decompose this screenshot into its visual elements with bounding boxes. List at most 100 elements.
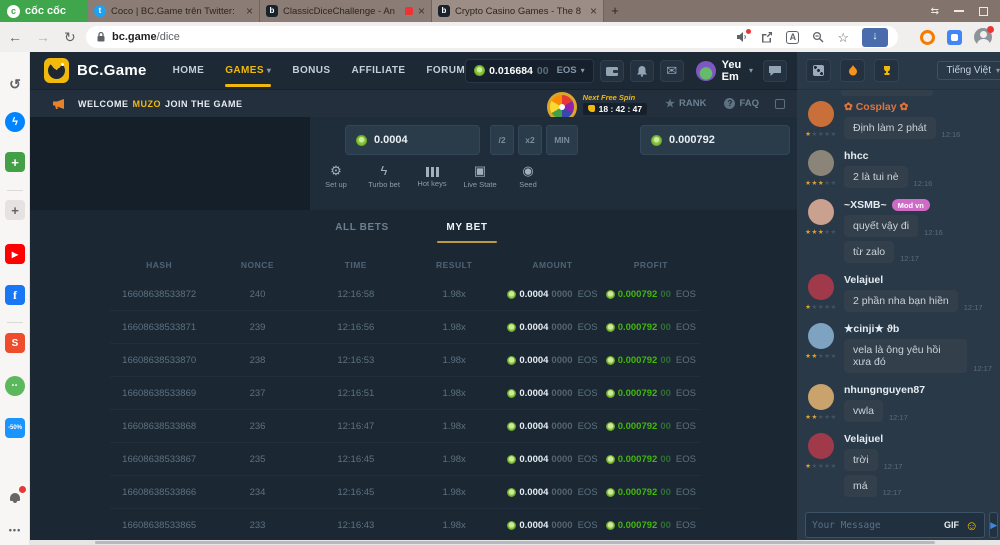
nav-home[interactable]: HOME xyxy=(173,65,205,76)
tab-search-icon[interactable]: ⇆ xyxy=(931,6,939,17)
browser-tab[interactable]: bClassicDiceChallenge - An× xyxy=(260,0,432,22)
chat-username[interactable]: ~XSMB~ xyxy=(844,199,887,211)
nav-games[interactable]: GAMES▾ xyxy=(225,65,271,76)
message-content: hhcc2 là tui nè12:16 xyxy=(844,150,932,188)
bet-row[interactable]: 1660863853386923712:16:511.98x0.00040000… xyxy=(110,377,700,410)
minimize-button[interactable] xyxy=(954,10,964,12)
star-rating: ★★★★★ xyxy=(805,462,837,470)
wallet-button[interactable] xyxy=(600,60,624,82)
user-name[interactable]: Yeu Em xyxy=(722,59,745,83)
new-tab-button[interactable]: + xyxy=(604,0,626,22)
bet-row[interactable]: 1660863853387023812:16:531.98x0.00040000… xyxy=(110,344,700,377)
avatar[interactable] xyxy=(808,433,834,459)
bet-row[interactable]: 1660863853387224012:16:581.98x0.00040000… xyxy=(110,278,700,311)
send-button[interactable]: ▶ xyxy=(989,512,998,538)
avatar[interactable] xyxy=(808,101,834,127)
games-icon[interactable] xyxy=(5,152,25,172)
horizontal-scrollbar[interactable] xyxy=(30,540,1000,545)
bet-amount-input[interactable]: 0.0004 xyxy=(345,125,480,155)
messenger-icon[interactable] xyxy=(5,112,25,132)
back-button[interactable]: ← xyxy=(8,29,22,45)
forward-button[interactable]: → xyxy=(36,29,50,45)
site-logo-text[interactable]: BC.Game xyxy=(77,62,147,79)
dice-button[interactable] xyxy=(806,59,831,82)
notifications-icon[interactable] xyxy=(5,488,25,508)
browser-tab[interactable]: tCoco | BC.Game trên Twitter:× xyxy=(88,0,260,22)
faq-link[interactable]: ?FAQ xyxy=(724,98,759,109)
tab-my-bet[interactable]: MY BET xyxy=(407,222,527,233)
avatar[interactable] xyxy=(808,323,834,349)
avatar[interactable] xyxy=(808,150,834,176)
url-field[interactable]: bc.game/dice A ☆ ↓ xyxy=(86,26,898,48)
avatar[interactable] xyxy=(808,274,834,300)
avatar[interactable] xyxy=(808,384,834,410)
scrollbar-thumb[interactable] xyxy=(95,541,935,544)
chat-username[interactable]: Velajuel xyxy=(844,433,883,445)
tool-turbo-bet[interactable]: ϟTurbo bet xyxy=(360,163,408,189)
emoji-button[interactable]: ☺ xyxy=(965,519,978,532)
refresh-button[interactable]: ↻ xyxy=(64,29,76,46)
bet-row[interactable]: 1660863853386523312:16:431.98x0.00040000… xyxy=(110,509,700,542)
profile-avatar[interactable] xyxy=(974,28,992,46)
tool-seed[interactable]: ◉Seed xyxy=(504,163,552,189)
modifier-min-button[interactable]: MIN xyxy=(546,125,578,155)
muted-speaker-icon[interactable] xyxy=(736,31,748,43)
tab-close-icon[interactable]: × xyxy=(246,5,253,17)
browser-tab[interactable]: bCrypto Casino Games - The 8× xyxy=(432,0,604,22)
balance-display[interactable]: 0.016684 00 EOS ▾ xyxy=(465,59,594,83)
hot-games-button[interactable] xyxy=(840,59,865,82)
zoom-out-icon[interactable] xyxy=(812,31,824,43)
profit-value: 0.000792 xyxy=(618,322,658,333)
chat-username[interactable]: ✿ Cosplay ✿ xyxy=(844,101,908,113)
bookmark-star-icon[interactable]: ☆ xyxy=(837,31,849,44)
maximize-button[interactable] xyxy=(979,7,988,16)
modifier-x2-button[interactable]: x2 xyxy=(518,125,542,155)
notifications-button[interactable] xyxy=(630,60,654,82)
chat-username[interactable]: ★cinji★ ϑb xyxy=(844,323,899,335)
tool-hot-keys[interactable]: Hot keys xyxy=(408,163,456,189)
coccoc-menu-icon[interactable] xyxy=(920,30,935,45)
facebook-icon[interactable] xyxy=(5,285,25,305)
chat-username[interactable]: nhungnguyen87 xyxy=(844,384,925,396)
chat-toggle-button[interactable] xyxy=(763,60,787,82)
bet-row[interactable]: 1660863853386723512:16:451.98x0.00040000… xyxy=(110,443,700,476)
mail-button[interactable]: ✉ xyxy=(660,60,684,82)
bet-row[interactable]: 1660863853386623412:16:451.98x0.00040000… xyxy=(110,476,700,509)
rank-link[interactable]: ★RANK xyxy=(665,98,706,109)
nav-affiliate[interactable]: AFFILIATE xyxy=(351,65,405,76)
gif-button[interactable]: GIF xyxy=(944,520,959,530)
more-icon[interactable] xyxy=(5,520,25,540)
history-icon[interactable] xyxy=(5,74,25,94)
tab-close-icon[interactable]: × xyxy=(590,5,597,17)
chat-username[interactable]: Velajuel xyxy=(844,274,883,286)
coccoc-mascot-icon[interactable] xyxy=(5,376,25,396)
nav-forum[interactable]: FORUM xyxy=(426,65,465,76)
bcgame-logo-icon[interactable] xyxy=(44,58,69,83)
url-host: bc.game xyxy=(112,31,157,43)
extension-icon[interactable] xyxy=(947,30,962,45)
youtube-icon[interactable] xyxy=(5,244,25,264)
translate-icon[interactable]: A xyxy=(786,31,799,44)
bet-row[interactable]: 1660863853387123912:16:561.98x0.00040000… xyxy=(110,311,700,344)
add-icon[interactable] xyxy=(5,200,25,220)
contest-button[interactable] xyxy=(874,59,899,82)
nav-bonus[interactable]: BONUS xyxy=(292,65,330,76)
share-icon[interactable] xyxy=(761,31,773,43)
expand-icon[interactable] xyxy=(775,99,785,109)
tool-set-up[interactable]: ⚙Set up xyxy=(312,163,360,189)
language-selector[interactable]: Tiếng Việt▾ xyxy=(937,61,1000,80)
user-avatar[interactable] xyxy=(696,61,716,81)
tiki-sale-icon[interactable]: -50% xyxy=(5,418,25,438)
tab-all-bets[interactable]: ALL BETS xyxy=(302,222,422,233)
shopee-icon[interactable] xyxy=(5,333,25,353)
coccoc-brand[interactable]: c cốc cốc xyxy=(0,0,88,22)
tab-close-icon[interactable]: × xyxy=(418,5,425,17)
chat-message-input[interactable] xyxy=(806,520,944,531)
profit-on-win-input[interactable]: 0.000792 xyxy=(640,125,790,155)
tool-live-state[interactable]: ▣Live State xyxy=(456,163,504,189)
download-button[interactable]: ↓ xyxy=(862,28,888,47)
bet-row[interactable]: 1660863853386823612:16:471.98x0.00040000… xyxy=(110,410,700,443)
modifier-div2-button[interactable]: /2 xyxy=(490,125,514,155)
avatar[interactable] xyxy=(808,199,834,225)
chat-username[interactable]: hhcc xyxy=(844,150,869,162)
